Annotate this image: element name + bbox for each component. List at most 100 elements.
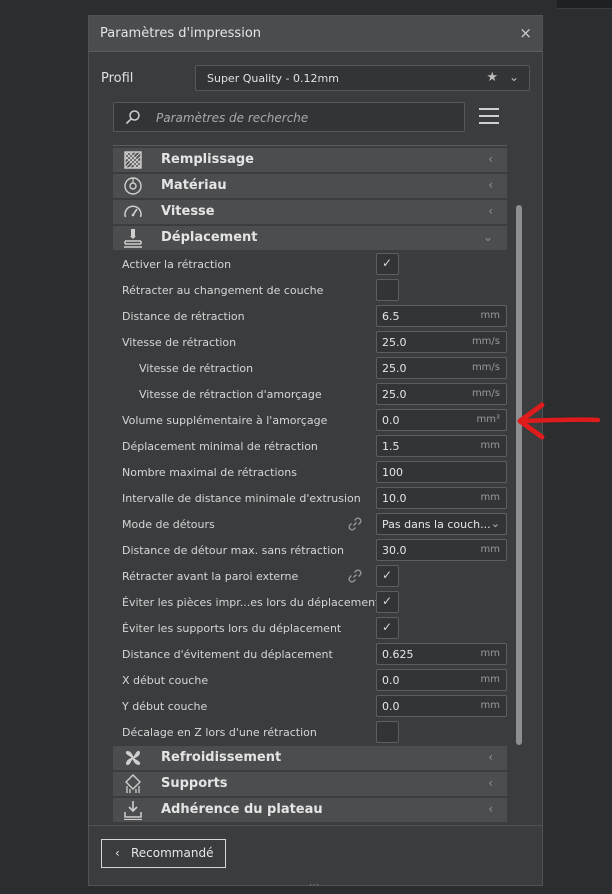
category-remplissage[interactable]: Remplissage ‹ xyxy=(113,148,507,172)
setting-decalage-z: Décalage en Z lors d'une rétraction xyxy=(113,720,507,746)
value-field[interactable]: 1.5 mm xyxy=(376,435,507,457)
checkbox[interactable] xyxy=(376,279,399,301)
field-unit: mm xyxy=(480,492,500,503)
category-label: Vitesse xyxy=(161,204,215,219)
close-icon[interactable]: × xyxy=(519,24,532,42)
value-field[interactable]: 0.0 mm xyxy=(376,669,507,691)
category-label: Déplacement xyxy=(161,230,258,245)
setting-label: X début couche xyxy=(122,674,209,687)
value-field[interactable]: 6.5 mm xyxy=(376,305,507,327)
value-field[interactable]: 30.0 mm xyxy=(376,539,507,561)
speed-icon xyxy=(123,202,143,222)
checkbox[interactable]: ✓ xyxy=(376,565,399,587)
setting-intervalle-distance-extrusion: Intervalle de distance minimale d'extrus… xyxy=(113,486,507,512)
material-icon xyxy=(123,176,143,196)
field-value: 25.0 xyxy=(382,388,407,401)
search-icon xyxy=(125,109,141,129)
field-value: 100 xyxy=(382,466,403,479)
setting-label: Rétracter avant la paroi externe xyxy=(122,570,299,583)
setting-label: Y début couche xyxy=(122,700,208,713)
setting-retracter-changement-couche: Rétracter au changement de couche xyxy=(113,278,507,304)
value-field[interactable]: 0.625 mm xyxy=(376,643,507,665)
value-field[interactable]: 100 xyxy=(376,461,507,483)
adhesion-icon xyxy=(123,800,143,821)
checkbox[interactable]: ✓ xyxy=(376,617,399,639)
setting-mode-detours: Mode de détours Pas dans la couch... ⌄ xyxy=(113,512,507,538)
category-label: Matériau xyxy=(161,178,227,193)
setting-label: Distance d'évitement du déplacement xyxy=(122,648,333,661)
category-vitesse[interactable]: Vitesse ‹ xyxy=(113,200,507,224)
search-box[interactable] xyxy=(113,102,465,132)
setting-distance-detour-max: Distance de détour max. sans rétraction … xyxy=(113,538,507,564)
field-value: 1.5 xyxy=(382,440,400,453)
cooling-icon xyxy=(123,748,143,768)
infill-icon xyxy=(123,150,143,170)
checkbox[interactable] xyxy=(376,721,399,743)
chevron-down-icon: ⌄ xyxy=(490,517,500,530)
setting-y-debut-couche: Y début couche 0.0 mm xyxy=(113,694,507,720)
category-refroidissement[interactable]: Refroidissement ‹ xyxy=(113,746,507,770)
resize-grip-icon[interactable]: ⋯ xyxy=(309,880,319,891)
setting-label: Volume supplémentaire à l'amorçage xyxy=(122,414,328,427)
scrollbar-thumb[interactable] xyxy=(516,205,522,745)
category-materiau[interactable]: Matériau ‹ xyxy=(113,174,507,198)
chevron-left-icon: ‹ xyxy=(488,776,493,790)
field-value: 6.5 xyxy=(382,310,400,323)
field-value: 0.0 xyxy=(382,700,400,713)
checkbox[interactable]: ✓ xyxy=(376,591,399,613)
category-adherence-plateau[interactable]: Adhérence du plateau ‹ xyxy=(113,798,507,822)
setting-label: Éviter les pièces impr...es lors du dépl… xyxy=(122,596,380,609)
support-icon xyxy=(123,774,143,794)
category-label: Supports xyxy=(161,776,228,791)
field-value: 25.0 xyxy=(382,362,407,375)
settings-menu-icon[interactable] xyxy=(479,108,499,126)
checkbox[interactable]: ✓ xyxy=(376,253,399,275)
field-unit: mm/s xyxy=(471,388,500,399)
value-field[interactable]: 25.0 mm/s xyxy=(376,383,507,405)
recommended-button[interactable]: ‹ Recommandé xyxy=(101,839,226,868)
setting-label: Rétracter au changement de couche xyxy=(122,284,324,297)
link-icon[interactable] xyxy=(347,568,363,584)
category-supports[interactable]: Supports ‹ xyxy=(113,772,507,796)
value-field[interactable]: 25.0 mm/s xyxy=(376,331,507,353)
category-label: Adhérence du plateau xyxy=(161,802,323,817)
field-unit: mm xyxy=(480,440,500,451)
check-icon: ✓ xyxy=(382,594,393,608)
profile-label: Profil xyxy=(101,71,134,86)
red-arrow-annotation xyxy=(517,402,601,440)
setting-label: Intervalle de distance minimale d'extrus… xyxy=(122,492,361,505)
setting-distance-evitement: Distance d'évitement du déplacement 0.62… xyxy=(113,642,507,668)
field-unit: mm/s xyxy=(471,362,500,373)
field-unit: mm³ xyxy=(476,414,501,425)
titlebar: Paramètres d'impression × xyxy=(89,16,542,52)
setting-vitesse-retraction: Vitesse de rétraction 25.0 mm/s xyxy=(113,330,507,356)
value-field[interactable]: 0.0 mm xyxy=(376,695,507,717)
settings-list: Remplissage ‹ Matériau ‹ Vitesse ‹ Dépla… xyxy=(113,148,507,824)
category-deplacement[interactable]: Déplacement ⌄ xyxy=(113,226,507,250)
field-value: 0.0 xyxy=(382,414,400,427)
setting-label: Déplacement minimal de rétraction xyxy=(122,440,318,453)
field-unit: mm xyxy=(480,674,500,685)
mode-dropdown[interactable]: Pas dans la couch... ⌄ xyxy=(376,513,507,535)
search-input[interactable] xyxy=(154,108,448,128)
chevron-left-icon: ‹ xyxy=(488,204,493,218)
field-value: 10.0 xyxy=(382,492,407,505)
setting-vitesse-retraction-sub: Vitesse de rétraction 25.0 mm/s xyxy=(113,356,507,382)
recommended-label: Recommandé xyxy=(131,846,214,860)
setting-label: Distance de rétraction xyxy=(122,310,245,323)
value-field[interactable]: 10.0 mm xyxy=(376,487,507,509)
link-icon[interactable] xyxy=(347,516,363,532)
setting-activer-retraction: Activer la rétraction ✓ xyxy=(113,252,507,278)
star-icon[interactable]: ★ xyxy=(486,70,498,85)
chevron-down-icon: ⌄ xyxy=(482,230,493,244)
setting-label: Éviter les supports lors du déplacement xyxy=(122,622,342,635)
profile-dropdown[interactable]: Super Quality - 0.12mm ★ ⌄ xyxy=(195,65,530,91)
field-value: 30.0 xyxy=(382,544,407,557)
top-strip xyxy=(557,0,612,9)
value-field[interactable]: 0.0 mm³ xyxy=(376,409,507,431)
field-unit: mm xyxy=(480,700,500,711)
setting-label: Distance de détour max. sans rétraction xyxy=(122,544,344,557)
value-field[interactable]: 25.0 mm/s xyxy=(376,357,507,379)
field-value: 25.0 xyxy=(382,336,407,349)
chevron-left-icon: ‹ xyxy=(488,802,493,816)
